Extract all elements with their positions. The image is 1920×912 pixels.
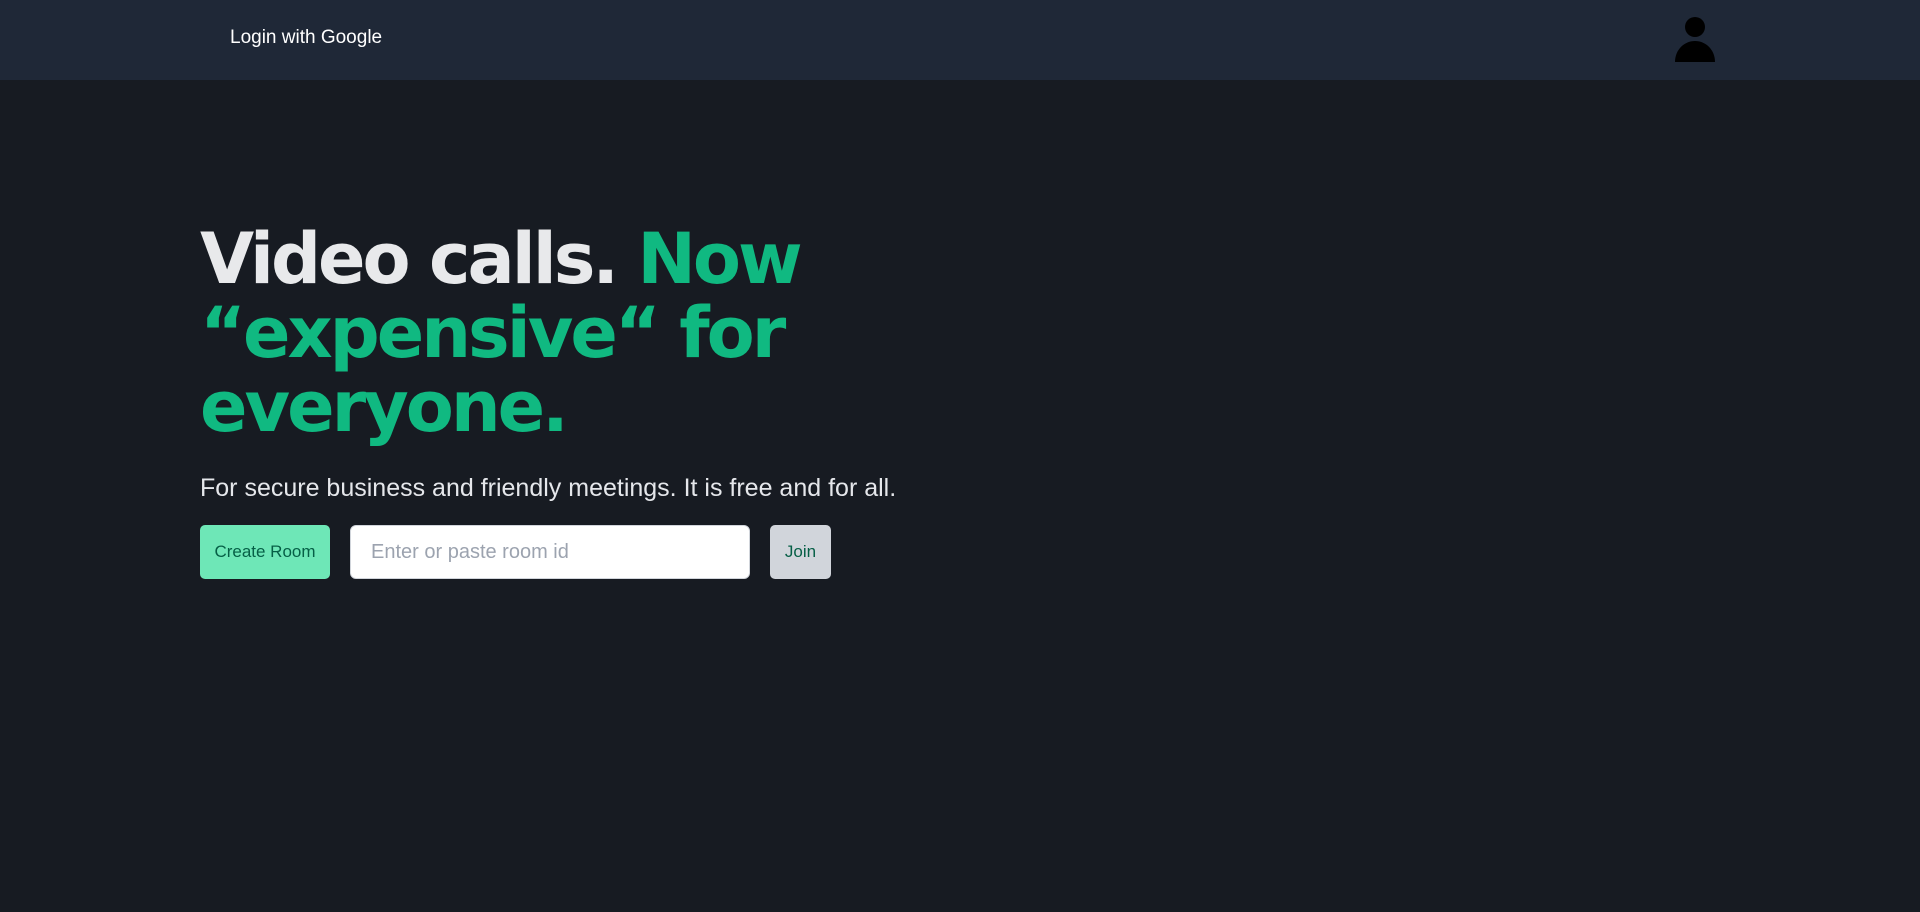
room-id-input[interactable] bbox=[350, 525, 750, 579]
user-icon bbox=[1675, 17, 1715, 62]
room-actions: Create Room Join bbox=[200, 525, 1100, 579]
user-avatar-button[interactable] bbox=[1674, 16, 1716, 62]
create-room-button[interactable]: Create Room bbox=[200, 525, 330, 579]
hero-section: Video calls. Now “expensive“ for everyon… bbox=[200, 222, 1020, 579]
login-with-google-link[interactable]: Login with Google bbox=[230, 27, 382, 49]
hero-subtitle: For secure business and friendly meeting… bbox=[200, 474, 897, 502]
top-navbar: Login with Google bbox=[0, 0, 1920, 80]
join-button[interactable]: Join bbox=[770, 525, 831, 579]
hero-headline: Video calls. Now “expensive“ for everyon… bbox=[200, 222, 1020, 444]
headline-accent-everyone: everyone. bbox=[200, 366, 569, 448]
headline-white-part: Video calls. bbox=[200, 218, 619, 300]
headline-accent-expensive: “expensive“ for bbox=[200, 292, 786, 374]
headline-accent-now: Now bbox=[637, 218, 802, 300]
